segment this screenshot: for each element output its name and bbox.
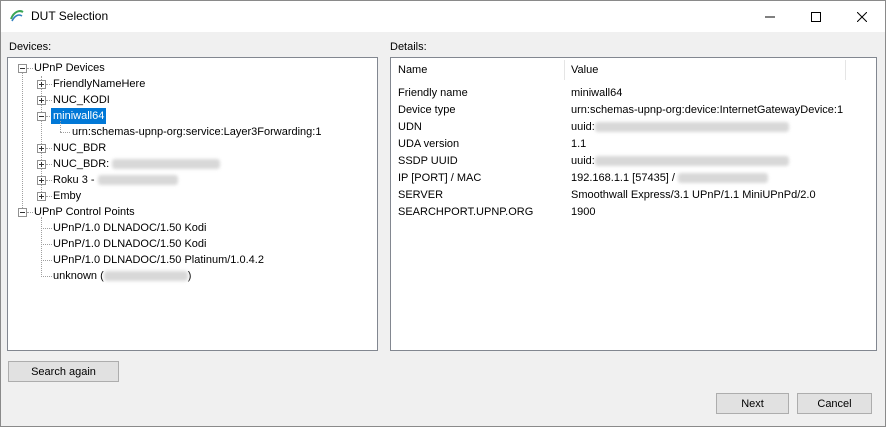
details-row[interactable]: IP [PORT] / MAC 192.168.1.1 [57435] / <box>391 170 876 187</box>
details-header: Name Value <box>391 58 876 82</box>
devices-label: Devices: <box>9 41 52 53</box>
minimize-icon <box>765 16 775 17</box>
collapse-toggle-control-points[interactable] <box>18 208 27 217</box>
column-header-value[interactable]: Value <box>571 58 598 82</box>
close-icon <box>857 11 867 22</box>
tree-node-unknown[interactable]: unknown () <box>53 268 191 284</box>
dut-selection-window: DUT Selection Devices: Details: UPnP Dev… <box>0 0 886 427</box>
tree-node-control-points[interactable]: UPnP Control Points <box>34 204 135 220</box>
tree-node-nuc-kodi[interactable]: NUC_KODI <box>53 92 110 108</box>
details-row[interactable]: UDN uuid: <box>391 119 876 136</box>
tree-node-control-point-1[interactable]: UPnP/1.0 DLNADOC/1.50 Kodi <box>53 220 206 236</box>
redacted-text <box>594 156 789 167</box>
expand-toggle-nuc-bdr[interactable] <box>37 144 46 153</box>
next-button[interactable]: Next <box>716 393 789 414</box>
tree-node-nuc-bdr-2[interactable]: NUC_BDR: <box>53 156 221 172</box>
details-row[interactable]: UDA version 1.1 <box>391 136 876 153</box>
details-row[interactable]: SSDP UUID uuid: <box>391 153 876 170</box>
redacted-text <box>97 175 178 186</box>
tree-node-upnp-devices[interactable]: UPnP Devices <box>34 60 105 76</box>
details-row[interactable]: SERVER Smoothwall Express/3.1 UPnP/1.1 M… <box>391 187 876 204</box>
details-row[interactable]: Friendly name miniwall64 <box>391 85 876 102</box>
redacted-text <box>112 159 221 170</box>
redacted-text <box>594 122 789 133</box>
tree-node-layer3-forwarding[interactable]: urn:schemas-upnp-org:service:Layer3Forwa… <box>72 124 321 140</box>
details-list[interactable]: Name Value Friendly name miniwall64 Devi… <box>390 57 877 351</box>
tree-node-control-point-3[interactable]: UPnP/1.0 DLNADOC/1.50 Platinum/1.0.4.2 <box>53 252 264 268</box>
details-row[interactable]: Device type urn:schemas-upnp-org:device:… <box>391 102 876 119</box>
details-label: Details: <box>390 41 427 53</box>
devices-tree[interactable]: UPnP Devices FriendlyNameHere NUC_KODI m… <box>7 57 378 351</box>
expand-toggle-nuc-kodi[interactable] <box>37 96 46 105</box>
column-header-name[interactable]: Name <box>398 58 427 82</box>
expand-toggle-nuc-bdr-2[interactable] <box>37 160 46 169</box>
expand-toggle-friendlynamehere[interactable] <box>37 80 46 89</box>
expand-toggle-emby[interactable] <box>37 192 46 201</box>
tree-node-friendlynamehere[interactable]: FriendlyNameHere <box>53 76 145 92</box>
tree-node-control-point-2[interactable]: UPnP/1.0 DLNADOC/1.50 Kodi <box>53 236 206 252</box>
tree-node-roku[interactable]: Roku 3 - <box>53 172 178 188</box>
maximize-icon <box>811 11 821 22</box>
minimize-button[interactable] <box>747 1 793 32</box>
details-row[interactable]: SEARCHPORT.UPNP.ORG 1900 <box>391 204 876 221</box>
maximize-button[interactable] <box>793 1 839 32</box>
close-button[interactable] <box>839 1 885 32</box>
redacted-text <box>678 173 769 184</box>
redacted-text <box>103 271 188 282</box>
collapse-toggle-upnp-devices[interactable] <box>18 64 27 73</box>
window-title: DUT Selection <box>31 9 109 23</box>
tree-node-nuc-bdr[interactable]: NUC_BDR <box>53 140 106 156</box>
title-bar[interactable]: DUT Selection <box>1 1 885 32</box>
cancel-button[interactable]: Cancel <box>797 393 872 414</box>
collapse-toggle-miniwall64[interactable] <box>37 112 46 121</box>
search-again-button[interactable]: Search again <box>8 361 119 382</box>
tree-node-emby[interactable]: Emby <box>53 188 81 204</box>
expand-toggle-roku[interactable] <box>37 176 46 185</box>
app-logo-icon <box>10 10 24 22</box>
